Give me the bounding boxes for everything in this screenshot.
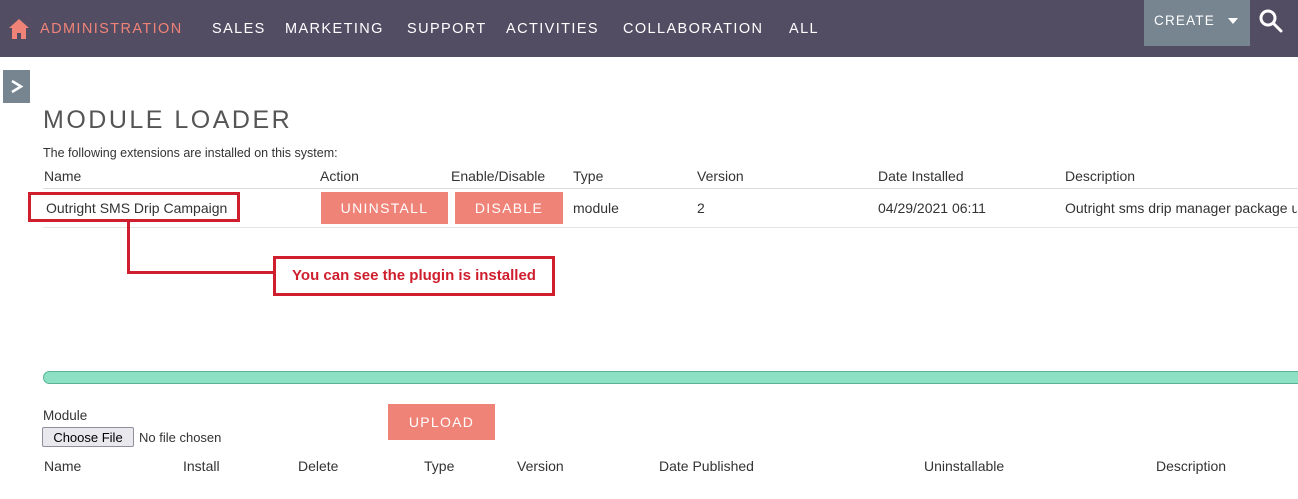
annotation-callout: You can see the plugin is installed bbox=[273, 256, 555, 296]
column-header-action: Action bbox=[320, 168, 359, 184]
disable-button[interactable]: DISABLE bbox=[455, 192, 563, 224]
page-title: MODULE LOADER bbox=[43, 106, 293, 134]
module-upload-label: Module bbox=[43, 408, 88, 423]
annotation-connector-line bbox=[127, 222, 130, 273]
annotation-connector-line bbox=[127, 271, 274, 274]
column-header-uninstallable: Uninstallable bbox=[924, 458, 1005, 474]
installed-module-version: 2 bbox=[697, 200, 705, 216]
upload-progress-bar bbox=[43, 371, 1298, 384]
nav-item-marketing[interactable]: MARKETING bbox=[285, 21, 384, 37]
caret-down-icon bbox=[1228, 18, 1238, 24]
table-row-divider bbox=[43, 227, 1298, 228]
column-header-name: Name bbox=[44, 168, 82, 184]
column-header-date-installed: Date Installed bbox=[878, 168, 964, 184]
column-header-install: Install bbox=[183, 458, 220, 474]
nav-item-support[interactable]: SUPPORT bbox=[407, 21, 487, 37]
upload-button[interactable]: UPLOAD bbox=[388, 404, 495, 440]
chevron-right-icon bbox=[11, 79, 24, 94]
nav-item-administration[interactable]: ADMINISTRATION bbox=[40, 21, 183, 37]
file-status-text: No file chosen bbox=[139, 430, 222, 445]
nav-item-collaboration[interactable]: COLLABORATION bbox=[623, 21, 763, 37]
installed-module-description: Outright sms drip manager package u bbox=[1065, 200, 1297, 216]
column-header-delete: Delete bbox=[298, 458, 339, 474]
top-navigation-bar: ADMINISTRATION SALES MARKETING SUPPORT A… bbox=[0, 0, 1298, 57]
nav-item-activities[interactable]: ACTIVITIES bbox=[506, 21, 599, 37]
column-header-version: Version bbox=[517, 458, 564, 474]
nav-item-all[interactable]: ALL bbox=[789, 21, 819, 37]
create-button[interactable]: CREATE bbox=[1144, 0, 1250, 46]
search-icon[interactable] bbox=[1258, 8, 1284, 34]
installed-module-type: module bbox=[573, 200, 619, 216]
column-header-version: Version bbox=[697, 168, 744, 184]
column-header-description: Description bbox=[1156, 458, 1227, 474]
nav-item-sales[interactable]: SALES bbox=[212, 21, 266, 37]
column-header-date-published: Date Published bbox=[659, 458, 754, 474]
installed-module-date: 04/29/2021 06:11 bbox=[878, 200, 986, 216]
create-button-label: CREATE bbox=[1154, 13, 1215, 28]
sidebar-toggle-button[interactable] bbox=[3, 70, 30, 103]
choose-file-button[interactable]: Choose File bbox=[42, 427, 134, 447]
home-icon[interactable] bbox=[8, 18, 30, 40]
column-header-type: Type bbox=[424, 458, 455, 474]
annotation-highlight-box bbox=[28, 192, 240, 222]
column-header-type: Type bbox=[573, 168, 604, 184]
uninstall-button[interactable]: UNINSTALL bbox=[321, 192, 448, 224]
table-header-divider bbox=[43, 188, 1298, 189]
installed-intro-text: The following extensions are installed o… bbox=[43, 146, 338, 160]
column-header-enable-disable: Enable/Disable bbox=[451, 168, 546, 184]
column-header-name: Name bbox=[44, 458, 82, 474]
column-header-description: Description bbox=[1065, 168, 1136, 184]
